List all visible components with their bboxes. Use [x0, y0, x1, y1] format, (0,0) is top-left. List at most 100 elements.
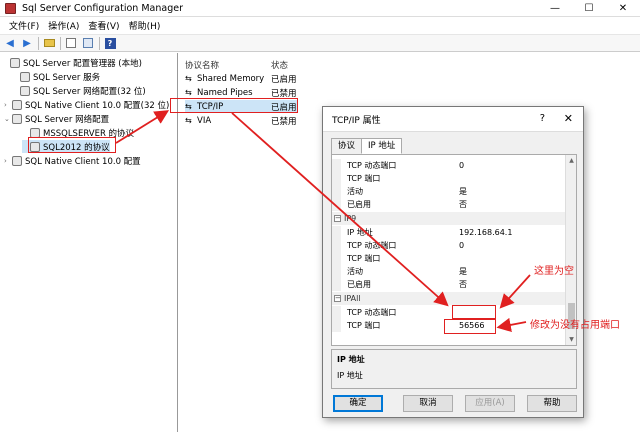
protocol-name: Shared Memory	[197, 73, 265, 84]
help-button[interactable]: 帮助	[527, 395, 577, 412]
toolbar-separator	[99, 36, 100, 50]
tab-protocol[interactable]: 协议	[331, 138, 363, 154]
tree-item-network-config-32[interactable]: SQL Server 网络配置(32 位)	[12, 84, 146, 97]
property-key: TCP 端口	[347, 321, 381, 330]
protocol-name: VIA	[197, 115, 212, 126]
row-gutter	[332, 185, 341, 198]
dialog-close-button[interactable]: ✕	[564, 112, 573, 125]
tree-item-sql-services[interactable]: SQL Server 服务	[12, 70, 100, 83]
property-row[interactable]: IP 地址 192.168.64.1	[332, 226, 566, 239]
tree-item-network-config[interactable]: ⌄ SQL Server 网络配置	[4, 112, 109, 125]
tree-item-label: SQL Server 服务	[33, 72, 101, 83]
chevron-right-icon[interactable]: ›	[4, 101, 12, 109]
property-row[interactable]: 已启用 否	[332, 198, 566, 211]
menu-help[interactable]: 帮助(H)	[129, 19, 161, 32]
tree-item-label: SQL Server 配置管理器 (本地)	[23, 58, 142, 69]
app-icon	[5, 2, 16, 14]
row-gutter	[332, 198, 341, 211]
property-row[interactable]: 活动 是	[332, 265, 566, 278]
tree-item-label: SQL Native Client 10.0 配置(32 位)	[25, 100, 170, 111]
title-bar: Sql Server Configuration Manager — ☐ ✕	[0, 0, 640, 17]
collapse-icon[interactable]: −	[334, 215, 341, 222]
scroll-up-arrow-icon[interactable]: ▲	[566, 155, 576, 166]
cancel-button[interactable]: 取消	[403, 395, 453, 412]
column-header-status[interactable]: 状态	[271, 59, 288, 71]
property-key: 活动	[347, 267, 363, 276]
protocol-status: 已启用	[271, 74, 297, 85]
property-value[interactable]: 是	[453, 266, 467, 277]
collapse-icon[interactable]: −	[334, 295, 341, 302]
native-client-icon	[12, 155, 22, 166]
description-panel: IP 地址 IP 地址	[331, 349, 577, 389]
menu-view[interactable]: 查看(V)	[88, 19, 119, 32]
chevron-right-icon[interactable]: ›	[4, 157, 12, 165]
list-item[interactable]: ⇆ Shared Memory 已启用	[185, 72, 297, 85]
chevron-down-icon[interactable]: ⌄	[4, 115, 12, 123]
menu-action[interactable]: 操作(A)	[48, 19, 79, 32]
property-value[interactable]: 否	[453, 199, 467, 210]
property-key: TCP 端口	[347, 254, 381, 263]
protocol-status: 已禁用	[271, 88, 297, 99]
column-header-name[interactable]: 协议名称	[185, 59, 219, 71]
category-label: IP9	[344, 214, 357, 223]
protocol-status: 已禁用	[271, 116, 297, 127]
tab-ip-addresses[interactable]: IP 地址	[361, 138, 403, 154]
up-folder-icon[interactable]	[42, 37, 56, 50]
maximize-button[interactable]: ☐	[572, 0, 606, 17]
description-title: IP 地址	[337, 355, 365, 364]
protocol-icon: ⇆	[185, 116, 192, 125]
tree-item-label: SQL Server 网络配置	[25, 114, 110, 125]
row-gutter	[332, 226, 341, 239]
back-arrow-icon[interactable]: ◀	[3, 37, 17, 50]
row-gutter	[332, 278, 341, 291]
property-category-ipall[interactable]: − IPAll	[332, 292, 566, 305]
scroll-down-arrow-icon[interactable]: ▼	[566, 334, 576, 345]
protocols-icon	[30, 127, 40, 138]
row-gutter	[332, 306, 341, 319]
property-value[interactable]: 否	[453, 279, 467, 290]
property-value[interactable]: 192.168.64.1	[453, 228, 512, 237]
property-key: TCP 端口	[347, 174, 381, 183]
highlight-box-tcp-port	[444, 319, 496, 334]
forward-arrow-icon[interactable]: ▶	[20, 37, 34, 50]
property-key: IP 地址	[347, 228, 373, 237]
property-row[interactable]: 活动 是	[332, 185, 566, 198]
properties-icon[interactable]	[64, 37, 78, 50]
row-gutter	[332, 159, 341, 172]
property-row[interactable]: TCP 端口	[332, 252, 566, 265]
property-row[interactable]: TCP 端口	[332, 172, 566, 185]
tree-item-native-client[interactable]: › SQL Native Client 10.0 配置	[4, 154, 141, 167]
menu-file[interactable]: 文件(F)	[9, 19, 39, 32]
property-row[interactable]: TCP 动态端口 0	[332, 239, 566, 252]
property-value[interactable]: 0	[453, 241, 464, 250]
minimize-button[interactable]: —	[538, 0, 572, 17]
property-value[interactable]: 0	[453, 161, 464, 170]
property-row[interactable]: TCP 动态端口 0	[332, 159, 566, 172]
tree-item-label: SQL Server 网络配置(32 位)	[33, 86, 146, 97]
dialog-title-bar: TCP/IP 属性 ? ✕	[323, 107, 583, 132]
property-key: TCP 动态端口	[347, 241, 397, 250]
property-key: 活动	[347, 187, 363, 196]
tree-item-native-client-32[interactable]: › SQL Native Client 10.0 配置(32 位)	[4, 98, 169, 111]
close-button[interactable]: ✕	[606, 0, 640, 17]
network-config-icon	[12, 113, 22, 124]
tree-item-config-manager[interactable]: SQL Server 配置管理器 (本地)	[2, 56, 142, 69]
dialog-tabs: 协议 IP 地址	[331, 138, 403, 154]
apply-button[interactable]: 应用(A)	[465, 395, 515, 412]
toolbar: ◀ ▶ ?	[0, 34, 640, 52]
export-list-icon[interactable]	[81, 37, 95, 50]
dialog-button-row: 确定 取消 应用(A) 帮助	[331, 395, 577, 413]
highlight-box-tree	[28, 137, 116, 153]
highlight-box-tcpip	[170, 98, 298, 113]
property-row[interactable]: 已启用 否	[332, 278, 566, 291]
config-manager-icon	[10, 57, 20, 68]
native-client-icon	[12, 99, 22, 110]
property-category-ip9[interactable]: − IP9	[332, 212, 566, 225]
help-question-icon[interactable]: ?	[540, 113, 545, 124]
property-key: 已启用	[347, 280, 371, 289]
property-value[interactable]: 是	[453, 186, 467, 197]
ok-button[interactable]: 确定	[333, 395, 383, 412]
list-item[interactable]: ⇆ VIA 已禁用	[185, 114, 297, 127]
help-icon[interactable]: ?	[103, 37, 117, 50]
tree-item-label: SQL Native Client 10.0 配置	[25, 156, 141, 167]
